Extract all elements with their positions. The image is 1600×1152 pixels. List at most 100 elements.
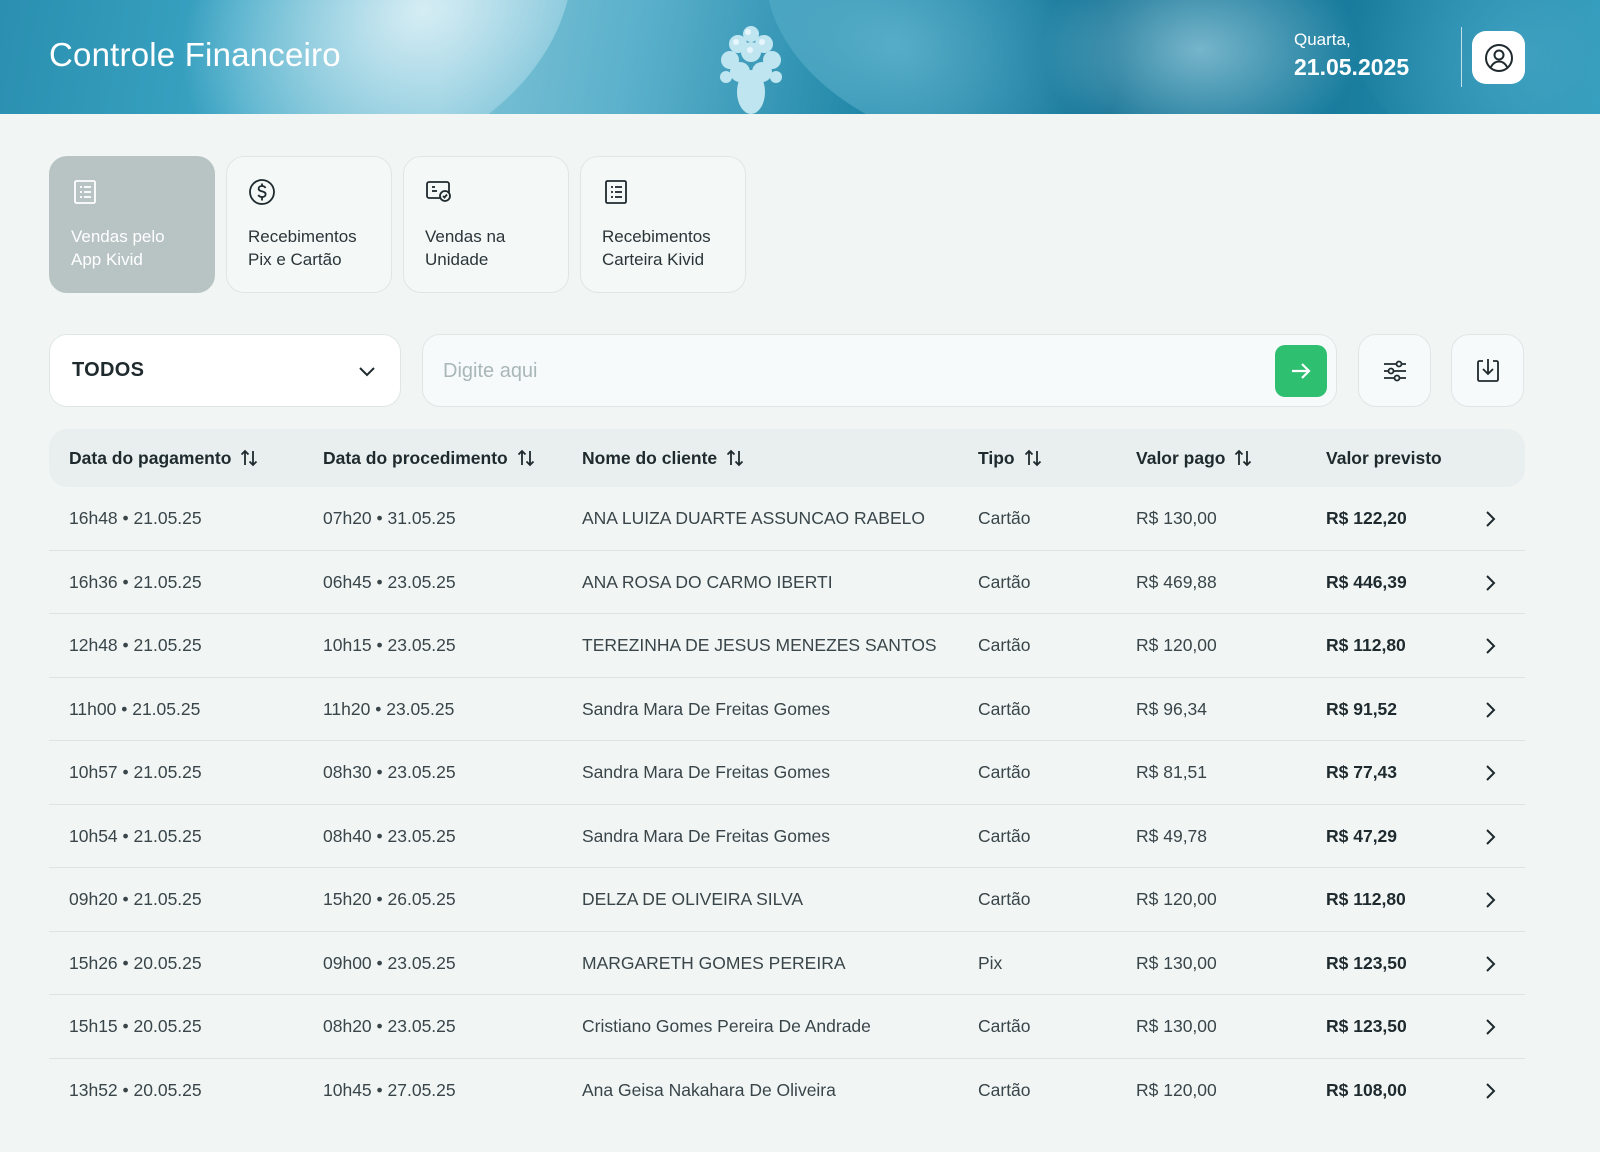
column-header-tipo[interactable]: Tipo	[978, 429, 1043, 487]
chevron-right-icon[interactable]	[1479, 1016, 1501, 1038]
cell-data-pagamento: 15h26 • 20.05.25	[69, 952, 202, 973]
cell-valor-pago: R$ 130,00	[1136, 952, 1217, 973]
chevron-right-icon[interactable]	[1479, 572, 1501, 594]
table-row[interactable]: 10h57 • 21.05.25 08h30 • 23.05.25 Sandra…	[49, 741, 1525, 805]
cell-data-procedimento: 10h45 • 27.05.25	[323, 1079, 456, 1100]
cell-valor-previsto: R$ 112,80	[1326, 889, 1406, 909]
cell-data-procedimento: 11h20 • 23.05.25	[323, 698, 455, 719]
cell-valor-pago: R$ 130,00	[1136, 1016, 1217, 1036]
current-weekday: Quarta,	[1294, 30, 1351, 49]
sort-icon	[727, 449, 744, 467]
cell-valor-pago: R$ 120,00	[1136, 1079, 1217, 1100]
column-header-data-pagamento[interactable]: Data do pagamento	[69, 429, 259, 487]
current-date-value: 21.05.2025	[1294, 54, 1410, 80]
card-recebimentos-carteira[interactable]: Recebimentos Carteira Kivid	[580, 156, 746, 293]
cell-tipo: Cartão	[978, 571, 1031, 592]
cell-tipo: Cartão	[978, 889, 1031, 909]
sort-icon	[1024, 449, 1041, 467]
cell-tipo: Cartão	[978, 508, 1031, 528]
filter-settings-button[interactable]	[1358, 334, 1431, 407]
category-cards: Vendas pelo App Kivid Recebimentos Pix e C…	[49, 156, 746, 293]
table-row[interactable]: 16h48 • 21.05.25 07h20 • 31.05.25 ANA LU…	[49, 487, 1525, 551]
search-bar	[422, 334, 1337, 407]
chevron-right-icon[interactable]	[1479, 1080, 1501, 1102]
download-icon	[1476, 358, 1499, 382]
user-icon	[1484, 43, 1513, 72]
cell-nome-cliente: ANA LUIZA DUARTE ASSUNCAO RABELO	[582, 508, 925, 528]
cell-valor-pago: R$ 469,88	[1136, 571, 1217, 592]
cell-tipo: Cartão	[978, 1079, 1031, 1100]
cell-data-procedimento: 08h40 • 23.05.25	[323, 825, 456, 846]
cell-data-procedimento: 08h30 • 23.05.25	[323, 762, 456, 782]
cell-nome-cliente: Sandra Mara De Freitas Gomes	[582, 825, 831, 846]
cell-data-pagamento: 16h48 • 21.05.25	[69, 508, 202, 528]
cell-valor-previsto: R$ 91,52	[1326, 698, 1398, 719]
column-header-valor-pago[interactable]: Valor pago	[1136, 429, 1253, 487]
table-header: Data do pagamento Data do procedimento N…	[49, 429, 1525, 487]
type-select[interactable]: TODOS	[49, 334, 401, 407]
cell-valor-previsto: R$ 446,39	[1326, 571, 1407, 592]
app-title: Controle Financeiro	[49, 36, 341, 73]
cell-data-pagamento: 13h52 • 20.05.25	[69, 1079, 202, 1100]
cell-nome-cliente: Sandra Mara De Freitas Gomes	[582, 698, 831, 719]
column-header-data-procedimento[interactable]: Data do procedimento	[323, 429, 536, 487]
chevron-right-icon[interactable]	[1479, 826, 1501, 848]
current-date: Quarta, 21.05.2025	[1294, 30, 1409, 81]
column-header-nome-cliente[interactable]: Nome do cliente	[582, 429, 745, 487]
receipt-icon	[74, 180, 96, 204]
cell-data-pagamento: 09h20 • 21.05.25	[69, 889, 202, 909]
cell-tipo: Cartão	[978, 698, 1031, 719]
cell-tipo: Cartão	[978, 825, 1031, 846]
card-vendas-app[interactable]: Vendas pelo App Kivid	[49, 156, 215, 293]
sort-icon	[1235, 449, 1252, 467]
card-vendas-unidade[interactable]: Vendas na Unidade	[403, 156, 569, 293]
cell-valor-pago: R$ 120,00	[1136, 635, 1217, 655]
cell-data-pagamento: 10h54 • 21.05.25	[69, 825, 202, 846]
table-row[interactable]: 10h54 • 21.05.25 08h40 • 23.05.25 Sandra…	[49, 805, 1525, 868]
chevron-right-icon[interactable]	[1479, 508, 1501, 530]
cell-valor-pago: R$ 130,00	[1136, 508, 1217, 528]
table-row[interactable]: 15h15 • 20.05.25 08h20 • 23.05.25 Cristi…	[49, 995, 1525, 1059]
chevron-right-icon[interactable]	[1479, 762, 1501, 784]
card-label: Vendas pelo App Kivid	[71, 227, 165, 269]
card-recebimentos-pix-cartao[interactable]: Recebimentos Pix e Cartão	[226, 156, 392, 293]
coral-illustration	[720, 26, 782, 114]
table-row[interactable]: 15h26 • 20.05.25 09h00 • 23.05.25 MARGAR…	[49, 932, 1525, 995]
cell-data-pagamento: 11h00 • 21.05.25	[69, 698, 201, 719]
download-button[interactable]	[1451, 334, 1524, 407]
cell-valor-pago: R$ 120,00	[1136, 889, 1217, 909]
cell-data-procedimento: 15h20 • 26.05.25	[323, 889, 456, 909]
payments-table: Data do pagamento Data do procedimento N…	[49, 429, 1525, 1122]
cell-data-procedimento: 06h45 • 23.05.25	[323, 571, 456, 592]
table-row[interactable]: 11h00 • 21.05.25 11h20 • 23.05.25 Sandra…	[49, 678, 1525, 741]
header-divider	[1461, 27, 1462, 87]
chevron-right-icon[interactable]	[1479, 953, 1501, 975]
table-body: 16h48 • 21.05.25 07h20 • 31.05.25 ANA LU…	[49, 487, 1525, 1122]
chevron-right-icon[interactable]	[1479, 635, 1501, 657]
wallet-receipt-icon	[605, 180, 627, 204]
cell-data-pagamento: 15h15 • 20.05.25	[69, 1016, 202, 1036]
table-row[interactable]: 09h20 • 21.05.25 15h20 • 26.05.25 DELZA …	[49, 868, 1525, 932]
table-row[interactable]: 13h52 • 20.05.25 10h45 • 27.05.25 Ana Ge…	[49, 1059, 1525, 1123]
cell-valor-previsto: R$ 122,20	[1326, 508, 1407, 528]
table-row[interactable]: 12h48 • 21.05.25 10h15 • 23.05.25 TEREZI…	[49, 614, 1525, 678]
table-row[interactable]: 16h36 • 21.05.25 06h45 • 23.05.25 ANA RO…	[49, 551, 1525, 614]
cell-tipo: Pix	[978, 952, 1003, 973]
user-profile-button[interactable]	[1472, 31, 1525, 84]
cell-valor-previsto: R$ 123,50	[1326, 1016, 1407, 1036]
sliders-icon	[1383, 360, 1406, 381]
cell-valor-previsto: R$ 77,43	[1326, 762, 1398, 782]
cell-data-procedimento: 08h20 • 23.05.25	[323, 1016, 456, 1036]
dollar-circle-icon	[249, 179, 275, 205]
search-input[interactable]	[443, 353, 1243, 389]
cell-valor-previsto: R$ 47,29	[1326, 825, 1398, 846]
cell-tipo: Cartão	[978, 635, 1031, 655]
cell-valor-pago: R$ 81,51	[1136, 762, 1208, 782]
cell-data-pagamento: 16h36 • 21.05.25	[69, 571, 202, 592]
search-submit-button[interactable]	[1275, 345, 1327, 397]
cell-nome-cliente: ANA ROSA DO CARMO IBERTI	[582, 571, 833, 592]
cell-data-procedimento: 07h20 • 31.05.25	[323, 508, 456, 528]
cell-nome-cliente: TEREZINHA DE JESUS MENEZES SANTOS	[582, 635, 937, 655]
chevron-right-icon[interactable]	[1479, 889, 1501, 911]
chevron-right-icon[interactable]	[1479, 699, 1501, 721]
